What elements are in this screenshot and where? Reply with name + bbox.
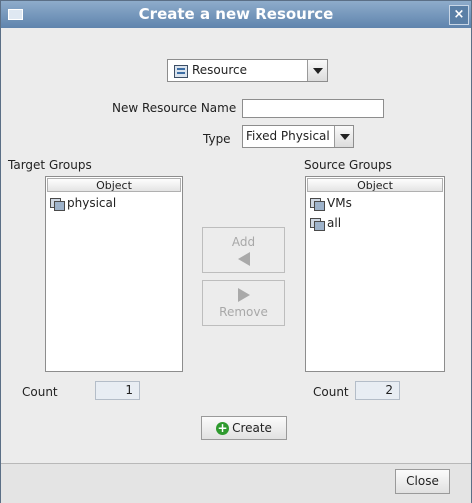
arrow-right-icon (237, 288, 250, 302)
title-bar[interactable]: Create a new Resource × (1, 1, 471, 28)
target-groups-label: Target Groups (8, 158, 92, 172)
window-title: Create a new Resource (138, 5, 334, 23)
new-resource-name-input[interactable] (242, 99, 384, 118)
chevron-down-icon[interactable] (334, 126, 353, 147)
group-icon (310, 197, 325, 211)
target-count-label: Count (22, 385, 58, 399)
list-item[interactable]: all (310, 215, 341, 231)
source-count-label: Count (313, 385, 349, 399)
list-item[interactable]: physical (50, 195, 116, 211)
chevron-down-icon[interactable] (307, 60, 327, 81)
close-button[interactable]: Close (395, 469, 450, 494)
resource-type-dropdown[interactable]: Resource (167, 59, 328, 82)
dialog-footer: Close (1, 463, 471, 503)
target-column-header[interactable]: Object (47, 178, 181, 192)
add-label: Add (231, 235, 256, 249)
group-icon (310, 217, 325, 231)
close-icon[interactable]: × (449, 5, 469, 25)
list-item-label: physical (67, 196, 117, 210)
resource-type-value: Resource (192, 63, 248, 77)
type-dropdown[interactable]: Fixed Physical (242, 125, 354, 148)
source-groups-list[interactable]: Object VMs all (305, 176, 445, 372)
create-button[interactable]: + Create (201, 416, 287, 440)
add-button[interactable]: Add (202, 227, 285, 273)
dialog-content: Resource New Resource Name Type Fixed Ph… (8, 30, 469, 463)
source-groups-label: Source Groups (304, 158, 392, 172)
remove-button[interactable]: Remove (202, 280, 285, 326)
remove-label: Remove (219, 305, 268, 319)
list-item-label: all (327, 216, 342, 230)
target-groups-list[interactable]: Object physical (45, 176, 183, 372)
resource-icon (174, 65, 188, 78)
source-count-value: 2 (355, 381, 400, 400)
create-label: Create (232, 421, 272, 435)
target-count-value: 1 (95, 381, 140, 400)
arrow-left-icon (237, 252, 250, 266)
dialog-window: Create a new Resource × Resource New Res… (0, 0, 472, 503)
plus-circle-icon: + (216, 421, 230, 435)
type-value: Fixed Physical (246, 129, 330, 143)
group-icon (50, 197, 65, 211)
type-label: Type (203, 132, 231, 146)
list-item[interactable]: VMs (310, 195, 352, 211)
list-item-label: VMs (327, 196, 352, 210)
new-resource-name-label: New Resource Name (112, 101, 237, 115)
source-column-header[interactable]: Object (307, 178, 443, 192)
